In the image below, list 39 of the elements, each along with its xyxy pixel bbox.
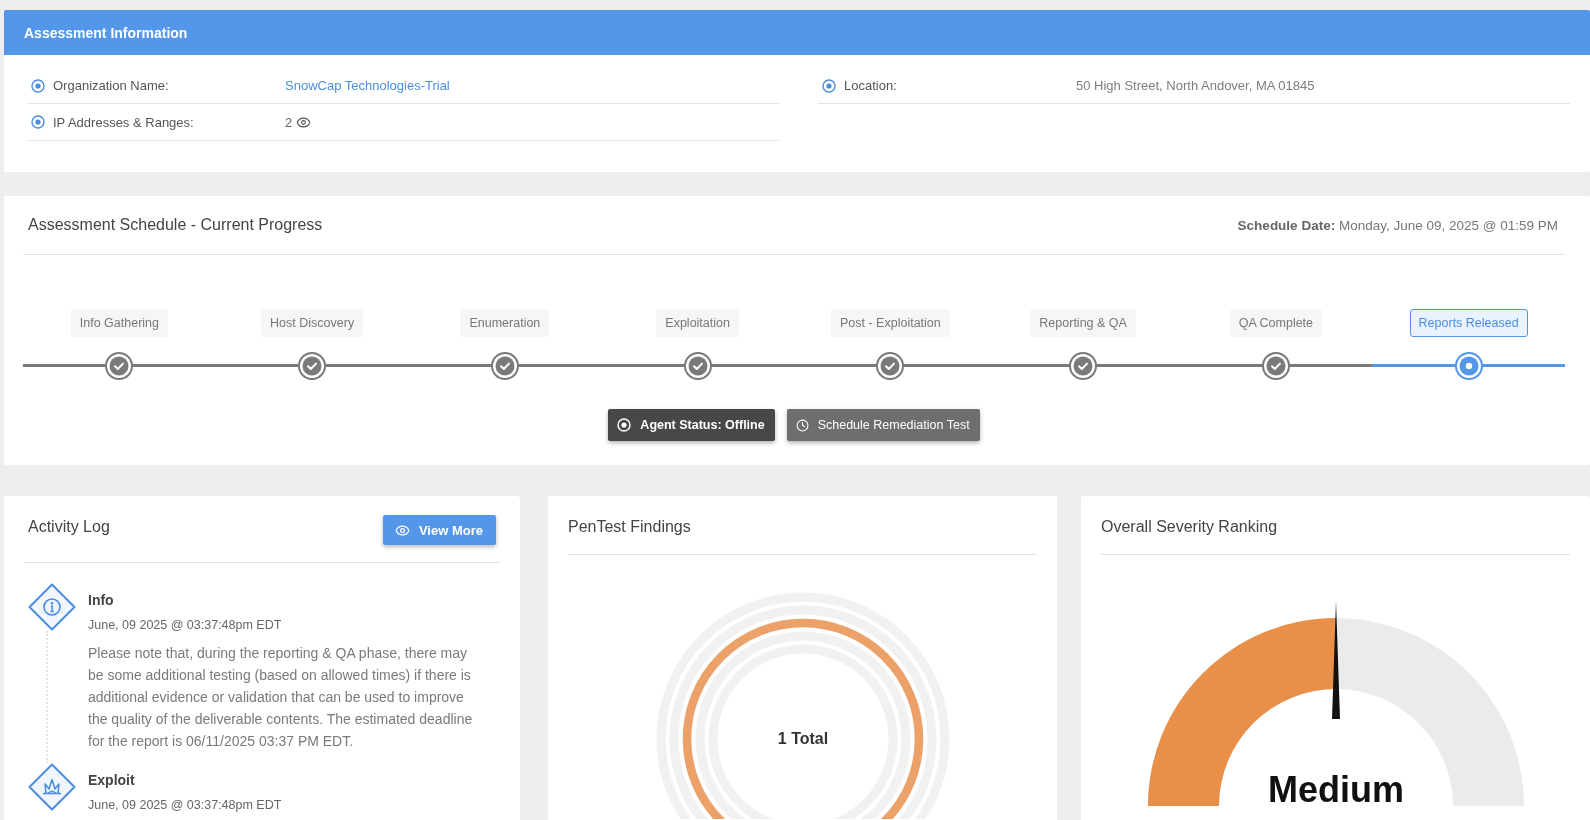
entry-title: Info [88, 591, 115, 609]
field-label: Location: [844, 78, 898, 93]
step-label: Enumeration [460, 309, 550, 337]
step-label: Reporting & QA [1030, 309, 1136, 337]
schedule-date: Schedule Date: Monday, June 09, 2025 @ 01:59 PM [1237, 217, 1558, 233]
eye-icon[interactable] [296, 114, 312, 130]
agent-status-button[interactable]: Agent Status: Offline [608, 409, 775, 441]
eye-icon [394, 522, 410, 538]
entry-time: June, 09 2025 @ 03:37:48pm EDT [88, 797, 283, 814]
step-label: Reports Released [1409, 309, 1528, 337]
card-title: Overall Severity Ranking [1101, 517, 1278, 537]
step-label: Info Gathering [70, 309, 168, 337]
step-label: Host Discovery [261, 309, 364, 337]
entry-text: Please note that, during the reporting & QA phase, there may be some additional testing (based on allowed times) if there is additional evidence or validation that can be used to improve the quality of the deliverable contents. The estimated deadline for the report is 06/11/2025 03:37 PM EDT. [88, 644, 474, 751]
severity-rating: Medium [1267, 769, 1404, 810]
step-label: QA Complete [1229, 309, 1323, 337]
field-value: 50 High Street, North Andover, MA 01845 [1076, 78, 1315, 93]
clock-icon [795, 418, 809, 432]
burst-icon [28, 763, 76, 811]
card-title: PenTest Findings [568, 517, 691, 537]
step-label: Exploitation [656, 309, 739, 337]
step-label: Post - Exploitation [831, 309, 950, 337]
bullet-icon [31, 115, 45, 129]
bullet-icon [822, 78, 836, 93]
schedule-test-button[interactable]: Schedule Remediation Test [786, 409, 980, 441]
field-count: 2 [285, 114, 293, 130]
field-label: IP Addresses & Ranges: [53, 114, 195, 130]
view-more-button[interactable]: View More [382, 515, 496, 545]
field-label: Organization Name: [53, 78, 170, 93]
field-link[interactable]: SnowCap Technologies-Trial [285, 78, 450, 93]
bullet-icon [31, 78, 45, 93]
section-title: Assessment Schedule - Current Progress [28, 216, 323, 234]
radio-dot-icon [617, 418, 632, 432]
entry-time: June, 09 2025 @ 03:37:48pm EDT [88, 617, 283, 634]
entry-title: Exploit [88, 771, 136, 789]
card-title: Activity Log [28, 517, 110, 537]
info-icon [28, 583, 76, 631]
findings-total: 1 Total [777, 730, 828, 747]
card-title: Assessment Information [24, 24, 188, 41]
